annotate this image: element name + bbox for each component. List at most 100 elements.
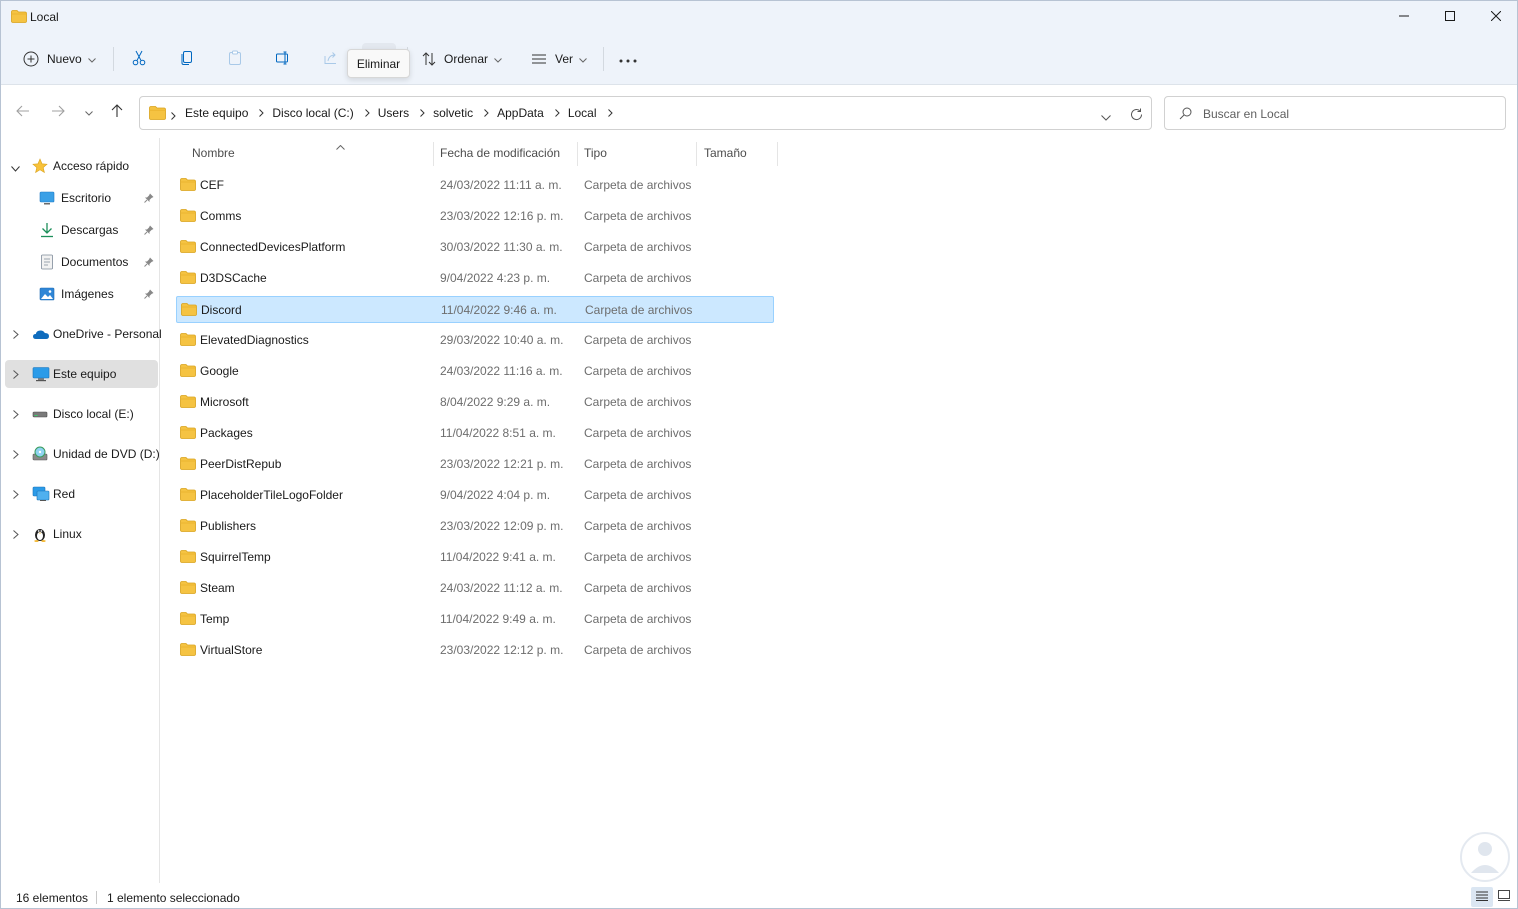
column-header-type[interactable]: Tipo [584, 138, 696, 168]
share-button[interactable] [315, 43, 347, 75]
sidebar-item-label: Documentos [61, 255, 129, 269]
table-row[interactable]: ConnectedDevicesPlatform 30/03/2022 11:30… [176, 234, 774, 261]
file-date-modified: 29/03/2022 10:40 a. m. [440, 333, 564, 347]
table-row[interactable]: Google 24/03/2022 11:16 a. m. Carpeta de a… [176, 358, 774, 385]
file-date-modified: 11/04/2022 9:49 a. m. [440, 612, 556, 626]
table-row[interactable]: PlaceholderTileLogoFolder 9/04/2022 4:04 … [176, 482, 774, 509]
breadcrumb-item[interactable]: Este equipo [185, 106, 248, 120]
sidebar-item-local-disk-e[interactable]: Disco local (E:) [5, 400, 158, 428]
sidebar-item-downloads[interactable]: Descargas [5, 216, 158, 244]
search-box[interactable] [1164, 96, 1506, 130]
sidebar-item-quick-access[interactable]: Acceso rápido [5, 152, 158, 180]
chevron-right-icon[interactable] [13, 408, 19, 422]
breadcrumb-item[interactable]: AppData [497, 106, 544, 120]
breadcrumb-item[interactable]: Disco local (C:) [272, 106, 353, 120]
sidebar-item-this-pc[interactable]: Este equipo [5, 360, 158, 388]
sidebar-item-label: Descargas [61, 223, 119, 237]
file-date-modified: 11/04/2022 9:46 a. m. [441, 303, 557, 317]
breadcrumb-item[interactable]: solvetic [433, 106, 473, 120]
address-bar[interactable]: Este equipo Disco local (C:) Users solve… [139, 96, 1152, 130]
column-divider[interactable] [777, 142, 778, 166]
chevron-right-icon[interactable] [13, 448, 19, 462]
sort-button[interactable]: Ordenar [415, 43, 511, 75]
chevron-right-icon[interactable] [13, 368, 19, 382]
sidebar-item-dvd-drive[interactable]: Unidad de DVD (D:) [5, 440, 160, 468]
close-button[interactable] [1473, 1, 1517, 33]
column-header-name[interactable]: Nombre [192, 138, 432, 168]
chevron-right-icon[interactable] [13, 328, 19, 342]
sidebar-item-onedrive[interactable]: OneDrive - Personal [5, 320, 162, 348]
column-divider[interactable] [577, 142, 578, 166]
table-row[interactable]: VirtualStore 23/03/2022 12:12 p. m. Carpet… [176, 637, 774, 664]
arrow-up-icon [111, 103, 123, 121]
forward-button[interactable] [46, 100, 70, 124]
file-type: Carpeta de archivos [584, 612, 692, 626]
table-row[interactable]: PeerDistRepub 23/03/2022 12:21 p. m. Carpe… [176, 451, 774, 478]
file-name: ElevatedDiagnostics [200, 333, 309, 347]
copy-button[interactable] [171, 43, 203, 75]
file-date-modified: 23/03/2022 12:09 p. m. [440, 519, 564, 533]
sidebar-item-linux[interactable]: Linux [5, 520, 158, 548]
new-button[interactable]: Nuevo [17, 43, 101, 75]
pin-icon [144, 256, 154, 270]
cut-button[interactable] [123, 43, 155, 75]
toolbar-divider [113, 47, 114, 71]
status-bar: 16 elementos 1 elemento seleccionado [1, 883, 1517, 908]
table-row[interactable]: Publishers 23/03/2022 12:09 p. m. Carpeta … [176, 513, 774, 540]
folder-icon [180, 519, 196, 535]
table-row[interactable]: Microsoft 8/04/2022 9:29 a. m. Carpeta de … [176, 389, 774, 416]
status-divider [96, 891, 97, 904]
minimize-button[interactable] [1381, 1, 1427, 33]
column-divider[interactable] [433, 142, 434, 166]
more-options-button[interactable] [611, 43, 645, 75]
recent-locations-button[interactable] [77, 100, 101, 124]
sidebar-item-desktop[interactable]: Escritorio [5, 184, 158, 212]
file-name: ConnectedDevicesPlatform [200, 240, 346, 254]
view-button[interactable]: Ver [525, 43, 595, 75]
table-row[interactable]: Discord 11/04/2022 9:46 a. m. Carpeta de a… [176, 296, 774, 323]
file-type: Carpeta de archivos [584, 426, 692, 440]
delete-tooltip: Eliminar [347, 49, 410, 78]
column-header-size[interactable]: Tamaño [704, 138, 776, 168]
table-row[interactable]: Comms 23/03/2022 12:16 p. m. Carpeta de ar… [176, 203, 774, 230]
table-row[interactable]: Steam 24/03/2022 11:12 a. m. Carpeta de ar… [176, 575, 774, 602]
minimize-icon [1399, 10, 1409, 24]
column-divider[interactable] [696, 142, 697, 166]
column-header-label: Tamaño [704, 146, 747, 160]
column-header-label: Tipo [584, 146, 607, 160]
table-row[interactable]: ElevatedDiagnostics 29/03/2022 10:40 a. m… [176, 327, 774, 354]
table-row[interactable]: SquirrelTemp 11/04/2022 9:41 a. m. Carpeta… [176, 544, 774, 571]
chevron-right-icon [554, 109, 560, 117]
sidebar-item-pictures[interactable]: Imágenes [5, 280, 158, 308]
chevron-right-icon [484, 109, 489, 117]
file-date-modified: 11/04/2022 8:51 a. m. [440, 426, 556, 440]
refresh-button[interactable] [1127, 105, 1146, 127]
column-header-modified[interactable]: Fecha de modificación [440, 138, 576, 168]
chevron-right-icon[interactable] [13, 528, 19, 542]
sidebar-item-label: Red [53, 487, 76, 501]
rename-button[interactable] [267, 43, 299, 75]
maximize-button[interactable] [1427, 1, 1473, 33]
table-row[interactable]: Packages 11/04/2022 8:51 a. m. Carpeta de … [176, 420, 774, 447]
file-type: Carpeta de archivos [584, 395, 692, 409]
search-input[interactable] [1203, 105, 1493, 123]
table-row[interactable]: D3DSCache 9/04/2022 4:23 p. m. Carpeta de … [176, 265, 774, 292]
back-button[interactable] [11, 100, 35, 124]
chevron-down-icon[interactable] [11, 161, 20, 175]
maximize-icon [1445, 10, 1455, 24]
file-type: Carpeta de archivos [584, 488, 692, 502]
breadcrumb-item[interactable]: Local [568, 106, 597, 120]
breadcrumb-item[interactable]: Users [378, 106, 409, 120]
chevron-right-icon[interactable] [13, 488, 19, 502]
file-date-modified: 24/03/2022 11:12 a. m. [440, 581, 563, 595]
sidebar-item-network[interactable]: Red [5, 480, 158, 508]
rename-icon [275, 50, 291, 69]
table-row[interactable]: Temp 11/04/2022 9:49 a. m. Carpeta de arch… [176, 606, 774, 633]
file-name: Discord [201, 303, 242, 317]
sidebar-item-documents[interactable]: Documentos [5, 248, 158, 276]
address-history-button[interactable] [1097, 106, 1115, 128]
up-button[interactable] [105, 100, 129, 124]
table-row[interactable]: CEF 24/03/2022 11:11 a. m. Carpeta de arch… [176, 172, 774, 199]
folder-icon [180, 240, 196, 256]
paste-button[interactable] [219, 43, 251, 75]
